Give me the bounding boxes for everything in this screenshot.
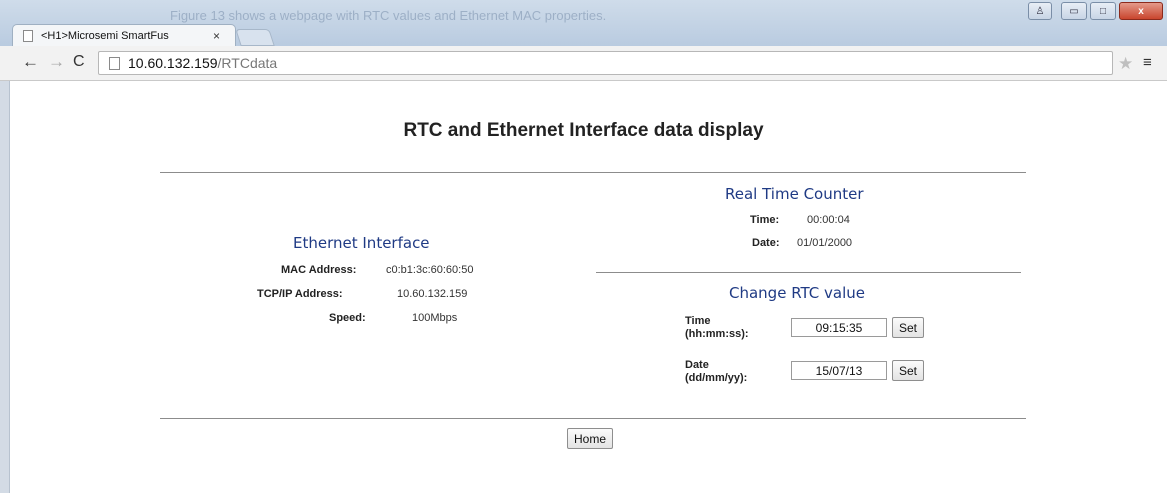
rtc-time-label: Time: (750, 214, 780, 226)
bookmark-star-icon[interactable]: ★ (1118, 54, 1133, 74)
set-date-label-line2: (dd/mm/yy): (685, 372, 748, 384)
set-time-label-line2: (hh:mm:ss): (685, 328, 749, 340)
back-arrow-icon[interactable]: ← (22, 53, 39, 71)
user-icon[interactable]: ♙ (1028, 2, 1052, 20)
home-button[interactable]: Home (567, 428, 614, 449)
ethernet-heading: Ethernet Interface (293, 234, 430, 252)
browser-toolbar: ← → C 10.60.132.159/RTCdata ★ ≡ (0, 46, 1167, 81)
set-time-button[interactable]: Set (892, 317, 925, 338)
url-path: /RTCdata (217, 55, 278, 71)
rtc-heading: Real Time Counter (725, 185, 864, 203)
url-host: 10.60.132.159 (128, 55, 218, 71)
reload-icon[interactable]: C (73, 53, 85, 71)
menu-icon[interactable]: ≡ (1143, 54, 1152, 71)
page-icon (109, 56, 120, 70)
window-titlebar: Figure 13 shows a webpage with RTC value… (0, 0, 1167, 47)
titlebar-caption: Figure 13 shows a webpage with RTC value… (170, 8, 607, 23)
page-favicon-icon (23, 30, 33, 42)
rtc-date-label: Date: (752, 237, 780, 249)
set-date-button[interactable]: Set (892, 360, 925, 381)
tab-title: <H1>Microsemi SmartFus (41, 30, 169, 42)
tab-close-icon[interactable]: × (213, 29, 220, 43)
window-controls: ♙ ▭ □ x (1028, 2, 1163, 20)
forward-arrow-icon[interactable]: → (48, 53, 65, 71)
speed-label: Speed: (329, 312, 366, 324)
rtc-date-value: 01/01/2000 (797, 237, 853, 249)
mac-address-label: MAC Address: (281, 264, 357, 276)
close-window-button[interactable]: x (1119, 2, 1163, 20)
page-title: RTC and Ethernet Interface data display (403, 120, 764, 141)
speed-value: 100Mbps (412, 312, 458, 324)
window-left-border (0, 81, 10, 493)
rtc-time-value: 00:00:04 (807, 214, 850, 226)
minimize-button[interactable]: ▭ (1061, 2, 1087, 20)
set-date-label-line1: Date (685, 359, 709, 371)
browser-tab[interactable]: <H1>Microsemi SmartFus × (12, 24, 236, 47)
divider-top (160, 172, 1026, 173)
change-rtc-heading: Change RTC value (729, 284, 866, 302)
set-time-label-line1: Time (685, 315, 711, 327)
maximize-button[interactable]: □ (1090, 2, 1116, 20)
mac-address-value: c0:b1:3c:60:60:50 (386, 264, 474, 276)
divider-middle (596, 272, 1021, 273)
tcpip-address-value: 10.60.132.159 (397, 288, 468, 300)
date-input[interactable] (791, 361, 887, 380)
time-input[interactable] (791, 318, 887, 337)
address-bar[interactable]: 10.60.132.159/RTCdata (98, 51, 1113, 75)
tcpip-address-label: TCP/IP Address: (257, 288, 343, 300)
new-tab-button[interactable] (235, 29, 275, 46)
divider-bottom (160, 418, 1026, 419)
